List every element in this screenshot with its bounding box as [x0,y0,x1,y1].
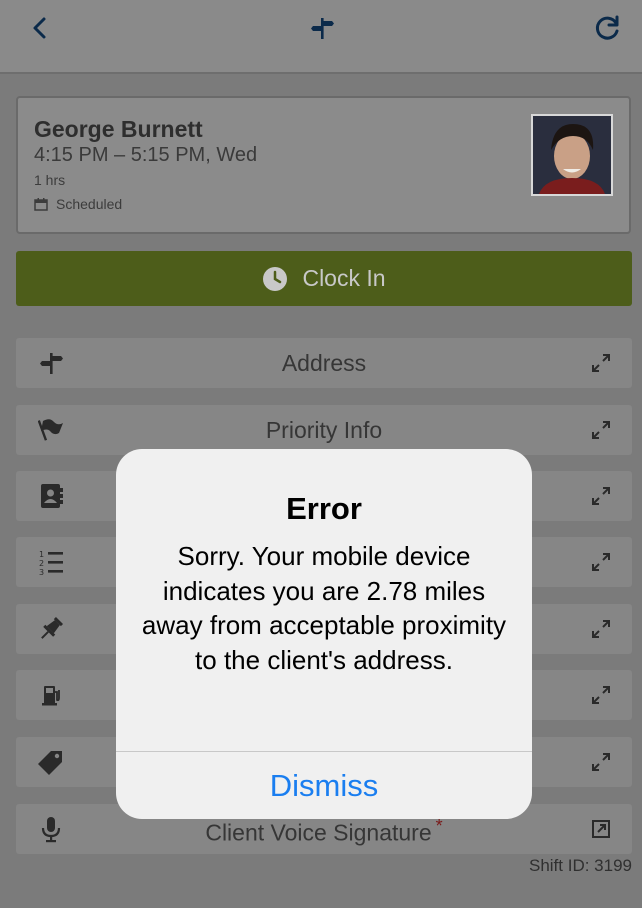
visit-status: Scheduled [34,196,122,212]
shift-id: Shift ID: 3199 [528,856,632,875]
error-dialog: Error Sorry. Your mobile device indicate… [116,449,532,819]
svg-text:2: 2 [39,559,44,568]
dialog-title: Error [286,491,362,526]
tag-icon [36,747,66,777]
expand-icon [592,421,610,439]
expand-icon [592,620,610,638]
client-voice-signature-label: Client Voice Signature * [16,816,632,847]
dialog-message: Sorry. Your mobile device indicates you … [141,541,507,675]
status-label: Scheduled [56,196,123,212]
required-marker: * [435,816,443,836]
top-bar [0,0,642,74]
clock-in-button[interactable]: Clock In [16,251,632,306]
priority-info-row[interactable]: Priority Info [16,405,632,455]
priority-info-label: Priority Info [265,417,383,443]
clock-in-label: Clock In [302,265,386,291]
visit-duration: 1 hrs [34,172,66,188]
expand-icon [592,354,610,372]
avatar [531,114,613,196]
calendar-icon [34,197,48,211]
refresh-icon[interactable] [592,12,624,44]
chevron-left-icon[interactable] [24,12,56,44]
clock-icon [263,266,288,291]
svg-text:1: 1 [39,550,44,559]
contacts-icon [36,481,66,511]
expand-icon [592,487,610,505]
expand-icon [592,753,610,771]
address-row[interactable]: Address [16,338,632,388]
visit-card[interactable]: George Burnett 4:15 PM – 5:15 PM, Wed 1 … [16,96,631,234]
numbered-list-icon: 123 [36,547,66,577]
open-external-icon [592,820,610,838]
svg-text:3: 3 [39,568,44,576]
fuel-icon [36,680,66,710]
client-name: George Burnett [34,116,203,142]
address-label: Address [281,350,367,376]
client-voice-signature-text: Client Voice Signature [205,819,432,846]
visit-time: 4:15 PM – 5:15 PM, Wed [34,144,258,166]
dismiss-button[interactable]: Dismiss [116,752,532,819]
expand-icon [592,686,610,704]
pushpin-icon [36,614,66,644]
signpost-icon[interactable] [306,12,338,44]
expand-icon [592,553,610,571]
